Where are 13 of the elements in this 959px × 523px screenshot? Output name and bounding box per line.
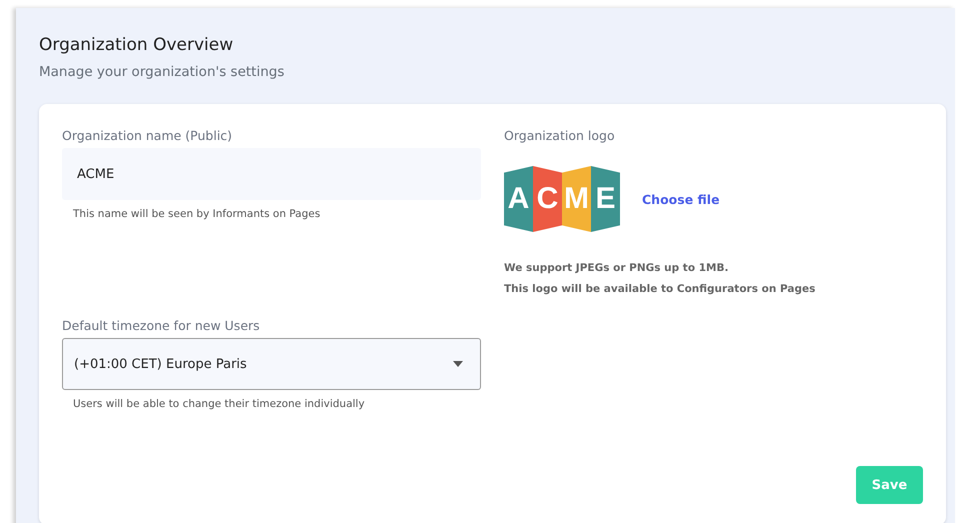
page-title: Organization Overview: [39, 35, 234, 55]
field-hint: This name will be seen by Informants on Pages: [73, 208, 322, 220]
field-label: Organization logo: [504, 128, 616, 143]
input-field[interactable]: ACME: [62, 148, 481, 200]
field-label: Organization name (Public): [62, 128, 234, 143]
caret-icon: [453, 361, 463, 367]
timezone-dropdown[interactable]: (+01:00 CET) Europe Paris: [62, 338, 481, 390]
page-subtitle: Manage your organization's settings: [39, 64, 286, 80]
field-hint: Users will be able to change their timezone individually: [73, 398, 366, 410]
choose-file-link[interactable]: Choose file: [642, 192, 720, 206]
upload-note: This logo will be available to Configurators on Pages: [504, 283, 816, 295]
upload-note: We support JPEGs or PNGs up to 1MB.: [504, 262, 730, 274]
field-label: Default timezone for new Users: [62, 318, 261, 333]
